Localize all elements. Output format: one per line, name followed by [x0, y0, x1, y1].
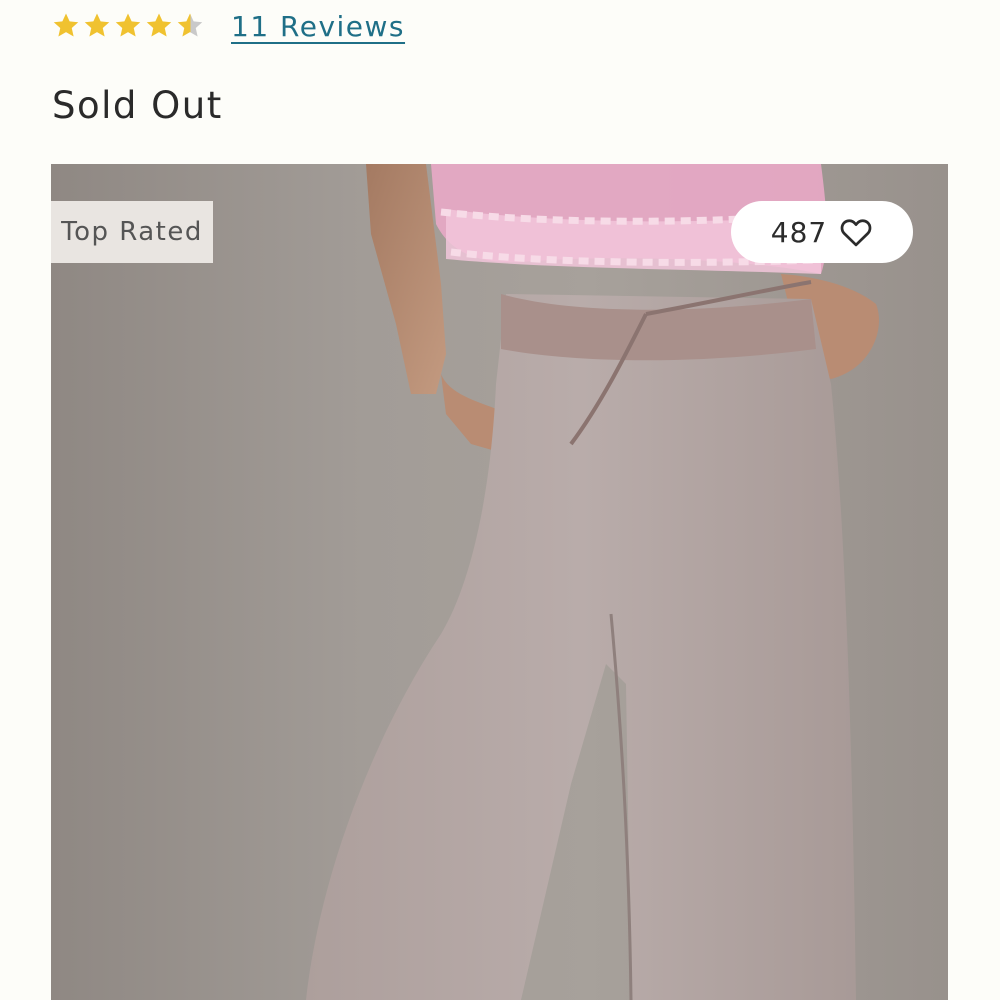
- star-rating: [50, 11, 205, 41]
- reviews-link[interactable]: 11 Reviews: [231, 10, 405, 43]
- star-icon: [53, 13, 79, 37]
- star-icon: [146, 13, 172, 37]
- star-icon: [84, 13, 110, 37]
- favorite-count: 487: [770, 215, 828, 249]
- favorite-button[interactable]: 487: [731, 201, 913, 263]
- star-icon: [115, 13, 141, 37]
- product-image[interactable]: Top Rated 487: [51, 164, 948, 1000]
- rating-row: 11 Reviews: [50, 4, 405, 48]
- half-star-icon: [177, 13, 203, 37]
- product-page: 11 Reviews Sold Out Top Rated 487: [0, 0, 1000, 1000]
- product-photo: [306, 164, 879, 1000]
- top-rated-badge: Top Rated: [51, 201, 213, 263]
- heart-icon: [840, 219, 872, 247]
- stock-status: Sold Out: [52, 84, 223, 127]
